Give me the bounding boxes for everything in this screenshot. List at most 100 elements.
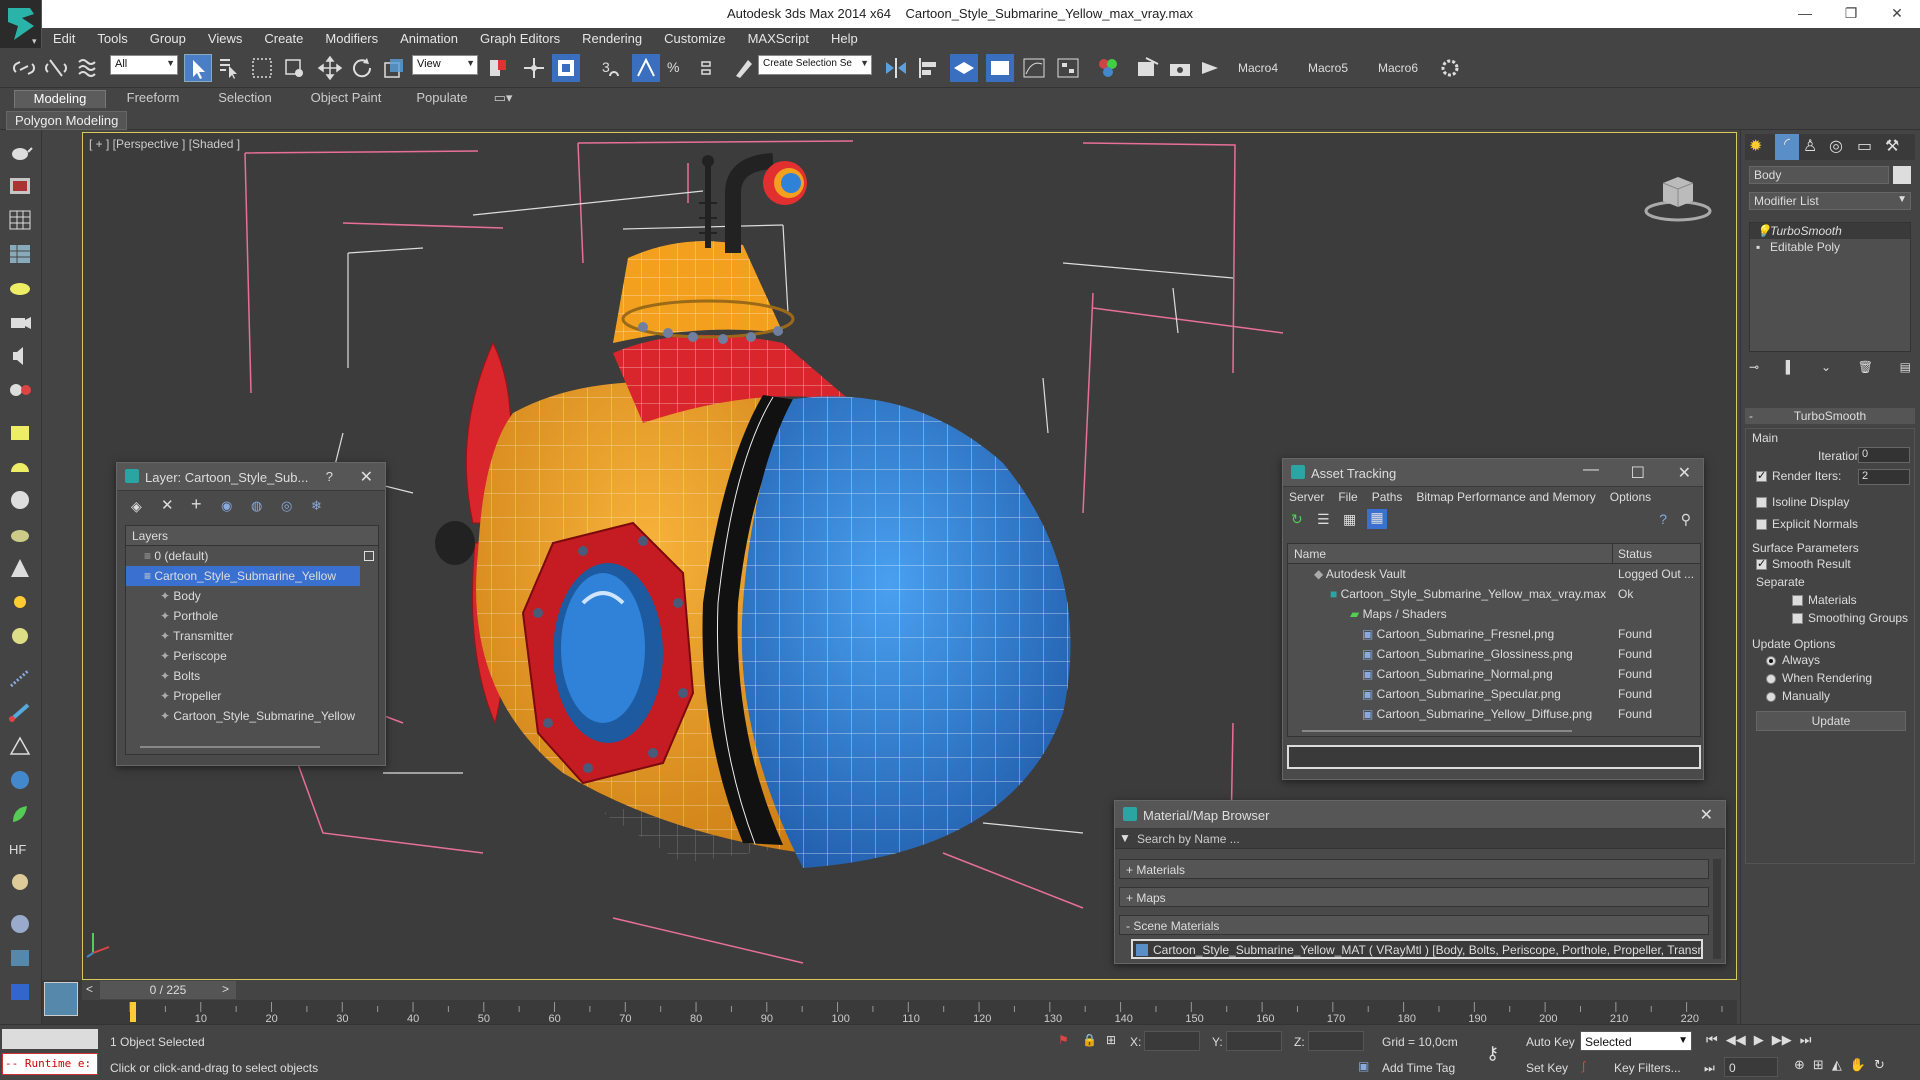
zoom-all-icon[interactable]: ⊞ (1813, 1057, 1824, 1077)
ruler-icon[interactable] (7, 734, 33, 758)
key-mode-toggle-icon[interactable]: ⏭ (1704, 1061, 1715, 1076)
layer-row-default[interactable]: ≡ 0 (default) (126, 546, 378, 566)
set-key-button[interactable]: Set Key (1526, 1061, 1568, 1075)
key-mode-icon[interactable]: ∫ (1582, 1059, 1585, 1073)
help-icon[interactable]: ? (1659, 511, 1667, 527)
section-scene-materials[interactable]: - Scene Materials (1119, 915, 1709, 935)
dots-icon[interactable] (7, 666, 33, 690)
teapot-icon[interactable] (7, 140, 33, 164)
reference-coordinate-dropdown[interactable]: View ▼ (412, 55, 478, 75)
key-selection-dropdown[interactable]: Selected ▼ (1580, 1031, 1692, 1051)
asset-row-fresnel[interactable]: ▣ Cartoon_Submarine_Fresnel.png Found (1288, 624, 1700, 644)
prev-frame-icon[interactable]: < (86, 982, 93, 996)
track-bar[interactable]: 10 20 30 40 50 60 70 80 90 100 110 120 130 140 150 160 1… (82, 1000, 1737, 1025)
menu-rendering[interactable]: Rendering (571, 31, 653, 46)
select-in-layer-icon[interactable]: ◉ (221, 498, 232, 514)
asset-row-specular[interactable]: ▣ Cartoon_Submarine_Specular.png Found (1288, 684, 1700, 704)
asset-menu-paths[interactable]: Paths (1372, 490, 1403, 504)
thumbnail-view-icon[interactable]: ▦ (1343, 511, 1356, 528)
select-link-icon[interactable] (10, 54, 38, 82)
layer-row-propeller[interactable]: ✦ Propeller (126, 686, 378, 706)
circle-icon[interactable] (7, 488, 33, 512)
pan-icon[interactable]: ✋ (1850, 1057, 1866, 1077)
object-name-field[interactable]: Body (1749, 166, 1889, 184)
asset-minimize-icon[interactable]: — (1583, 461, 1599, 479)
polygon-modeling-label[interactable]: Polygon Modeling (6, 111, 128, 130)
add-to-layer-icon[interactable]: + (191, 494, 202, 515)
grid-icon[interactable] (7, 208, 33, 232)
goto-start-icon[interactable]: ⏮ (1706, 1032, 1718, 1048)
render-iters-checkbox[interactable] (1756, 469, 1767, 482)
play-icon[interactable]: ▶ (1754, 1032, 1764, 1048)
scene-material-entry[interactable]: Cartoon_Style_Submarine_Yellow_MAT ( VRa… (1131, 939, 1703, 959)
toggle-ribbon-icon[interactable] (986, 54, 1014, 82)
macro5-button[interactable]: Macro5 (1308, 61, 1348, 75)
table-icon[interactable] (7, 242, 33, 266)
select-rotate-icon[interactable] (348, 54, 376, 82)
menu-views[interactable]: Views (197, 31, 253, 46)
next-key-icon[interactable]: ▶▶ (1772, 1032, 1792, 1048)
asset-row-diffuse[interactable]: ▣ Cartoon_Submarine_Yellow_Diffuse.png Fo… (1288, 704, 1700, 724)
rect-selection-region-icon[interactable] (248, 54, 276, 82)
mirror-icon[interactable] (882, 54, 910, 82)
select-manipulate-icon[interactable] (520, 54, 548, 82)
configure-sets-icon[interactable]: ▤ (1900, 360, 1911, 380)
layer-row-periscope[interactable]: ✦ Periscope (126, 646, 378, 666)
column-status[interactable]: Status (1618, 547, 1652, 561)
hair-icon[interactable]: HF (7, 836, 33, 860)
lock-selection-icon[interactable]: 🔒 (1082, 1033, 1097, 1047)
smooth-result-checkbox[interactable] (1756, 557, 1767, 570)
smoothing-groups-checkbox[interactable] (1792, 613, 1803, 624)
layer-scrollbar[interactable] (140, 746, 320, 748)
time-tag-icon[interactable]: ▣ (1358, 1059, 1369, 1073)
update-button[interactable]: Update (1756, 711, 1906, 731)
macro6-button[interactable]: Macro6 (1378, 61, 1418, 75)
modify-tab-icon[interactable]: ◜ (1775, 134, 1799, 160)
material-scrollbar[interactable] (1713, 859, 1721, 959)
asset-menu-options[interactable]: Options (1610, 490, 1651, 504)
highlight-layer-icon[interactable]: ◍ (251, 498, 262, 514)
menu-modifiers[interactable]: Modifiers (314, 31, 389, 46)
remove-modifier-icon[interactable]: 🗑 (1858, 360, 1873, 380)
asset-scrollbar[interactable] (1302, 730, 1572, 732)
menu-create[interactable]: Create (253, 31, 314, 46)
isoline-display-checkbox[interactable] (1756, 497, 1767, 508)
key-icon[interactable]: ⚷ (1486, 1043, 1499, 1064)
tab-freeform[interactable]: Freeform (112, 90, 194, 108)
ribbon-options-icon[interactable]: ▭▾ (488, 90, 518, 108)
layer-row-bolts[interactable]: ✦ Bolts (126, 666, 378, 686)
render-iters-spinner[interactable]: 2 (1858, 469, 1910, 485)
ball-icon[interactable] (7, 624, 33, 648)
material-browser-header[interactable]: Material/Map Browser ✕ (1115, 801, 1725, 829)
render-icon[interactable] (7, 174, 33, 198)
menu-maxscript[interactable]: MAXScript (737, 31, 820, 46)
new-layer-icon[interactable]: ◈ (131, 498, 142, 515)
render-production-icon[interactable] (1196, 54, 1224, 82)
asset-tracking-header[interactable]: Asset Tracking — ☐ ✕ (1283, 459, 1703, 487)
motion-tab-icon[interactable]: ◎ (1829, 136, 1843, 156)
modifier-list-dropdown[interactable]: Modifier List ▼ (1749, 192, 1911, 210)
pivot-center-icon[interactable] (484, 54, 512, 82)
tab-populate[interactable]: Populate (402, 90, 482, 108)
script-gear-icon[interactable] (1436, 54, 1464, 82)
show-end-result-icon[interactable]: ▌ (1786, 360, 1795, 380)
turbosmooth-rollout-header[interactable]: - TurboSmooth (1745, 408, 1915, 424)
viewcube-icon[interactable] (1643, 173, 1713, 223)
pin-icon[interactable]: ⚲ (1681, 511, 1691, 528)
hide-all-icon[interactable]: ◎ (281, 498, 292, 514)
utilities-tab-icon[interactable]: ⚒ (1885, 136, 1899, 156)
prev-key-icon[interactable]: ◀◀ (1726, 1032, 1746, 1048)
materials-checkbox[interactable] (1792, 595, 1803, 606)
zoom-icon[interactable]: ⊕ (1794, 1057, 1805, 1077)
minimize-button[interactable]: — (1782, 0, 1828, 28)
sphere-icon[interactable] (7, 454, 33, 478)
asset-menu-bitmap[interactable]: Bitmap Performance and Memory (1416, 490, 1595, 504)
z-coord-input[interactable] (1308, 1031, 1364, 1051)
bone-icon[interactable] (7, 700, 33, 724)
curve-editor-icon[interactable] (1020, 54, 1048, 82)
maxscript-listener[interactable] (2, 1029, 98, 1049)
manually-radio[interactable] (1766, 692, 1776, 702)
create-tab-icon[interactable]: ✹ (1749, 136, 1762, 156)
when-rendering-radio[interactable] (1766, 674, 1776, 684)
select-object-icon[interactable] (184, 54, 212, 82)
